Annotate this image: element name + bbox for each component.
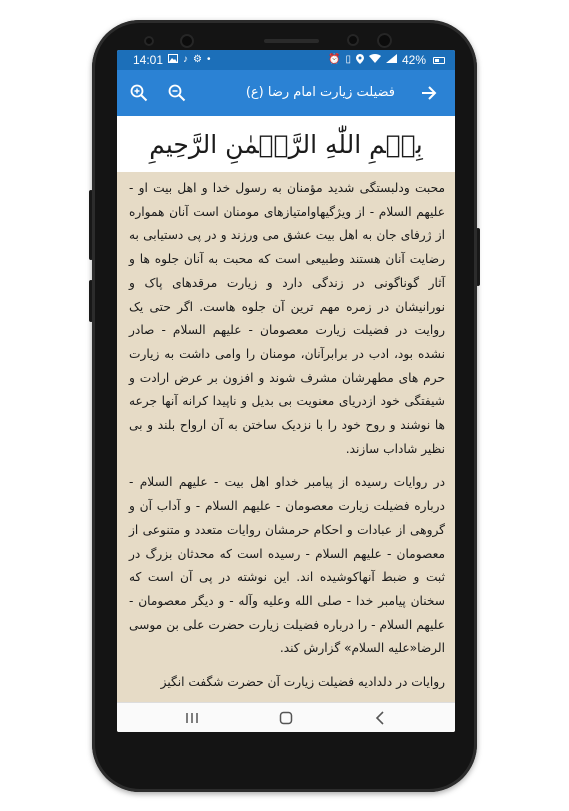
paragraph: در روایات رسیده از پیامبر خداو اهل بیت -…: [129, 475, 445, 656]
page-title: فضیلت زیارت امام رضا (ع): [245, 85, 395, 100]
battery-icon: [433, 56, 445, 64]
zoom-in-button[interactable]: [127, 81, 151, 105]
gallery-icon: [168, 54, 179, 66]
settings-icon: ⚙: [193, 54, 202, 65]
paragraph: روایات در دلدادیه فضیلت زیارت آن حضرت شگ…: [160, 675, 445, 690]
zoom-out-icon: [168, 84, 186, 102]
proximity-sensor-icon: [347, 34, 359, 46]
recent-apps-icon: [186, 713, 198, 723]
phone-top-bezel: [92, 20, 477, 50]
chevron-left-icon: [375, 711, 384, 725]
dot-icon: •: [207, 54, 211, 65]
back-button[interactable]: [417, 81, 441, 105]
home-button[interactable]: [271, 706, 301, 730]
bismillah-text: بِسۡمِ اللّٰهِ الرَّحۡمٰنِ الرَّحِیمِ: [149, 129, 423, 159]
location-icon: [355, 53, 364, 67]
home-icon: [279, 711, 293, 725]
earpiece-speaker: [264, 39, 319, 43]
bismillah-header: بِسۡمِ اللّٰهِ الرَّحۡمٰنِ الرَّحِیمِ: [117, 116, 455, 172]
wifi-icon: [368, 54, 381, 66]
zoom-out-button[interactable]: [165, 81, 189, 105]
phone-screen: 14:01 ♪ ⚙ • ⏰ ▯ 42% فضیلت زیارت امام رضا…: [117, 50, 455, 732]
iris-camera-icon: [180, 34, 194, 48]
recent-apps-button[interactable]: [177, 706, 207, 730]
status-bar: 14:01 ♪ ⚙ • ⏰ ▯ 42%: [117, 50, 455, 70]
arrow-right-icon: [422, 86, 437, 100]
vibrate-icon: ▯: [345, 54, 351, 65]
battery-percent: 42%: [401, 53, 426, 67]
sensor-icon: [144, 36, 154, 46]
front-camera-icon: [377, 33, 392, 48]
app-toolbar: فضیلت زیارت امام رضا (ع): [117, 70, 455, 116]
zoom-in-icon: [130, 84, 148, 102]
paragraph: محبت ودلبستگی شدید مؤمنان به رسول خدا و …: [129, 181, 445, 456]
nav-back-button[interactable]: [365, 706, 395, 730]
music-note-icon: ♪: [183, 54, 189, 65]
navigation-bar: [117, 702, 455, 732]
alarm-icon: ⏰: [328, 54, 341, 65]
signal-icon: [385, 54, 397, 66]
article-content[interactable]: محبت ودلبستگی شدید مؤمنان به رسول خدا و …: [117, 172, 455, 702]
status-time: 14:01: [133, 53, 164, 67]
